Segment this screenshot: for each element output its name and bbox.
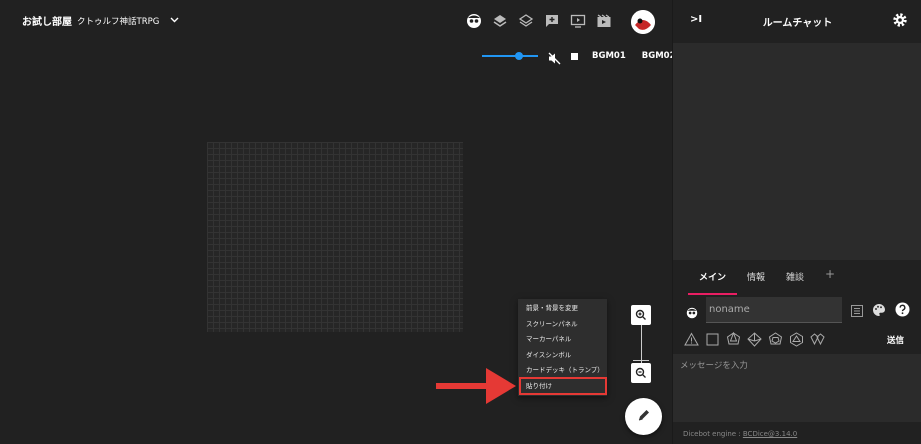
- send-button[interactable]: 送信: [887, 334, 904, 346]
- bgm01-button[interactable]: BGM01: [592, 51, 626, 61]
- menu-item-marker-panel[interactable]: マーカーパネル: [518, 332, 607, 348]
- zoom-in-button[interactable]: [631, 305, 651, 325]
- movie-icon[interactable]: [595, 12, 612, 29]
- d100-dice-icon[interactable]: [810, 332, 825, 347]
- user-avatar[interactable]: [631, 10, 655, 34]
- tab-main[interactable]: メイン: [688, 268, 738, 295]
- dice-buttons: [684, 332, 825, 347]
- volume-slider[interactable]: [482, 48, 538, 64]
- dicebot-engine: Dicebot engine : BCDice@3.14.0: [683, 430, 797, 438]
- arrow-right-icon: [436, 368, 516, 404]
- gear-icon[interactable]: [892, 12, 908, 28]
- game-table-grid[interactable]: [207, 142, 463, 332]
- screen-icon[interactable]: [569, 12, 586, 29]
- bgm02-button[interactable]: BGM02: [642, 51, 676, 61]
- face-icon[interactable]: [686, 304, 698, 319]
- tab-info[interactable]: 情報: [747, 268, 765, 293]
- zoom-in-icon: [635, 306, 647, 325]
- d6-dice-icon[interactable]: [705, 332, 720, 347]
- pencil-icon: [637, 407, 651, 426]
- room-title[interactable]: お試し部屋 クトゥルフ神話TRPG: [22, 13, 179, 28]
- menu-item-change-background[interactable]: 前景・背景を変更: [518, 301, 607, 317]
- top-bar: お試し部屋 クトゥルフ神話TRPG: [0, 0, 672, 44]
- bcdice-link[interactable]: BCDice@3.14.0: [743, 430, 797, 438]
- message-input[interactable]: メッセージを入力: [673, 354, 921, 422]
- engine-label: Dicebot engine :: [683, 430, 743, 438]
- palette-icon[interactable]: [872, 302, 886, 321]
- paste-highlight-box: [519, 377, 607, 395]
- volume-mute-icon[interactable]: [548, 50, 561, 64]
- chat-tools: [851, 302, 910, 321]
- zoom-controls: [631, 305, 653, 385]
- layers-icon[interactable]: [491, 12, 508, 29]
- stop-icon[interactable]: [571, 52, 578, 60]
- add-tab-button[interactable]: +: [825, 267, 835, 281]
- character-name-input[interactable]: [706, 297, 842, 323]
- volume-knob[interactable]: [515, 52, 523, 60]
- zoom-slider-handle[interactable]: [633, 360, 649, 361]
- face-icon[interactable]: [465, 12, 482, 29]
- room-chat-panel: >I ルームチャット メイン 情報 雑談 + noname 送信 メッセージを入…: [672, 0, 921, 444]
- chat-tabs: メイン 情報 雑談 +: [688, 267, 835, 295]
- d12-dice-icon[interactable]: [768, 332, 783, 347]
- d20-dice-icon[interactable]: [789, 332, 804, 347]
- chat-title: ルームチャット: [762, 18, 833, 29]
- room-name: お試し部屋: [22, 17, 72, 28]
- d4-dice-icon[interactable]: [684, 332, 699, 347]
- chat-add-icon[interactable]: [543, 12, 560, 29]
- d8-dice-icon[interactable]: [726, 332, 741, 347]
- chevron-down-icon[interactable]: [170, 16, 179, 26]
- toolbar-icons: [465, 12, 612, 29]
- tab-chatter[interactable]: 雑談: [786, 268, 804, 293]
- zoom-out-button[interactable]: [631, 363, 651, 383]
- chat-header: >I ルームチャット: [673, 0, 921, 43]
- layers-outline-icon[interactable]: [517, 12, 534, 29]
- audio-controls: BGM01 BGM02: [482, 48, 676, 64]
- menu-item-dice-symbol[interactable]: ダイスシンボル: [518, 348, 607, 364]
- list-icon[interactable]: [851, 302, 863, 321]
- app: お試し部屋 クトゥルフ神話TRPG BGM01 BGM02 前景・背景を変更 ス…: [0, 0, 921, 444]
- help-icon[interactable]: [895, 302, 910, 321]
- board-area[interactable]: お試し部屋 クトゥルフ神話TRPG BGM01 BGM02 前景・背景を変更 ス…: [0, 0, 676, 444]
- menu-item-screen-panel[interactable]: スクリーンパネル: [518, 317, 607, 333]
- volume-track: [482, 55, 538, 57]
- room-system: クトゥルフ神話TRPG: [77, 16, 160, 27]
- name-field-wrap: [706, 297, 842, 323]
- chat-log[interactable]: [673, 43, 921, 260]
- edit-fab-button[interactable]: [625, 398, 662, 435]
- d10-dice-icon[interactable]: [747, 332, 762, 347]
- zoom-out-icon: [635, 364, 647, 383]
